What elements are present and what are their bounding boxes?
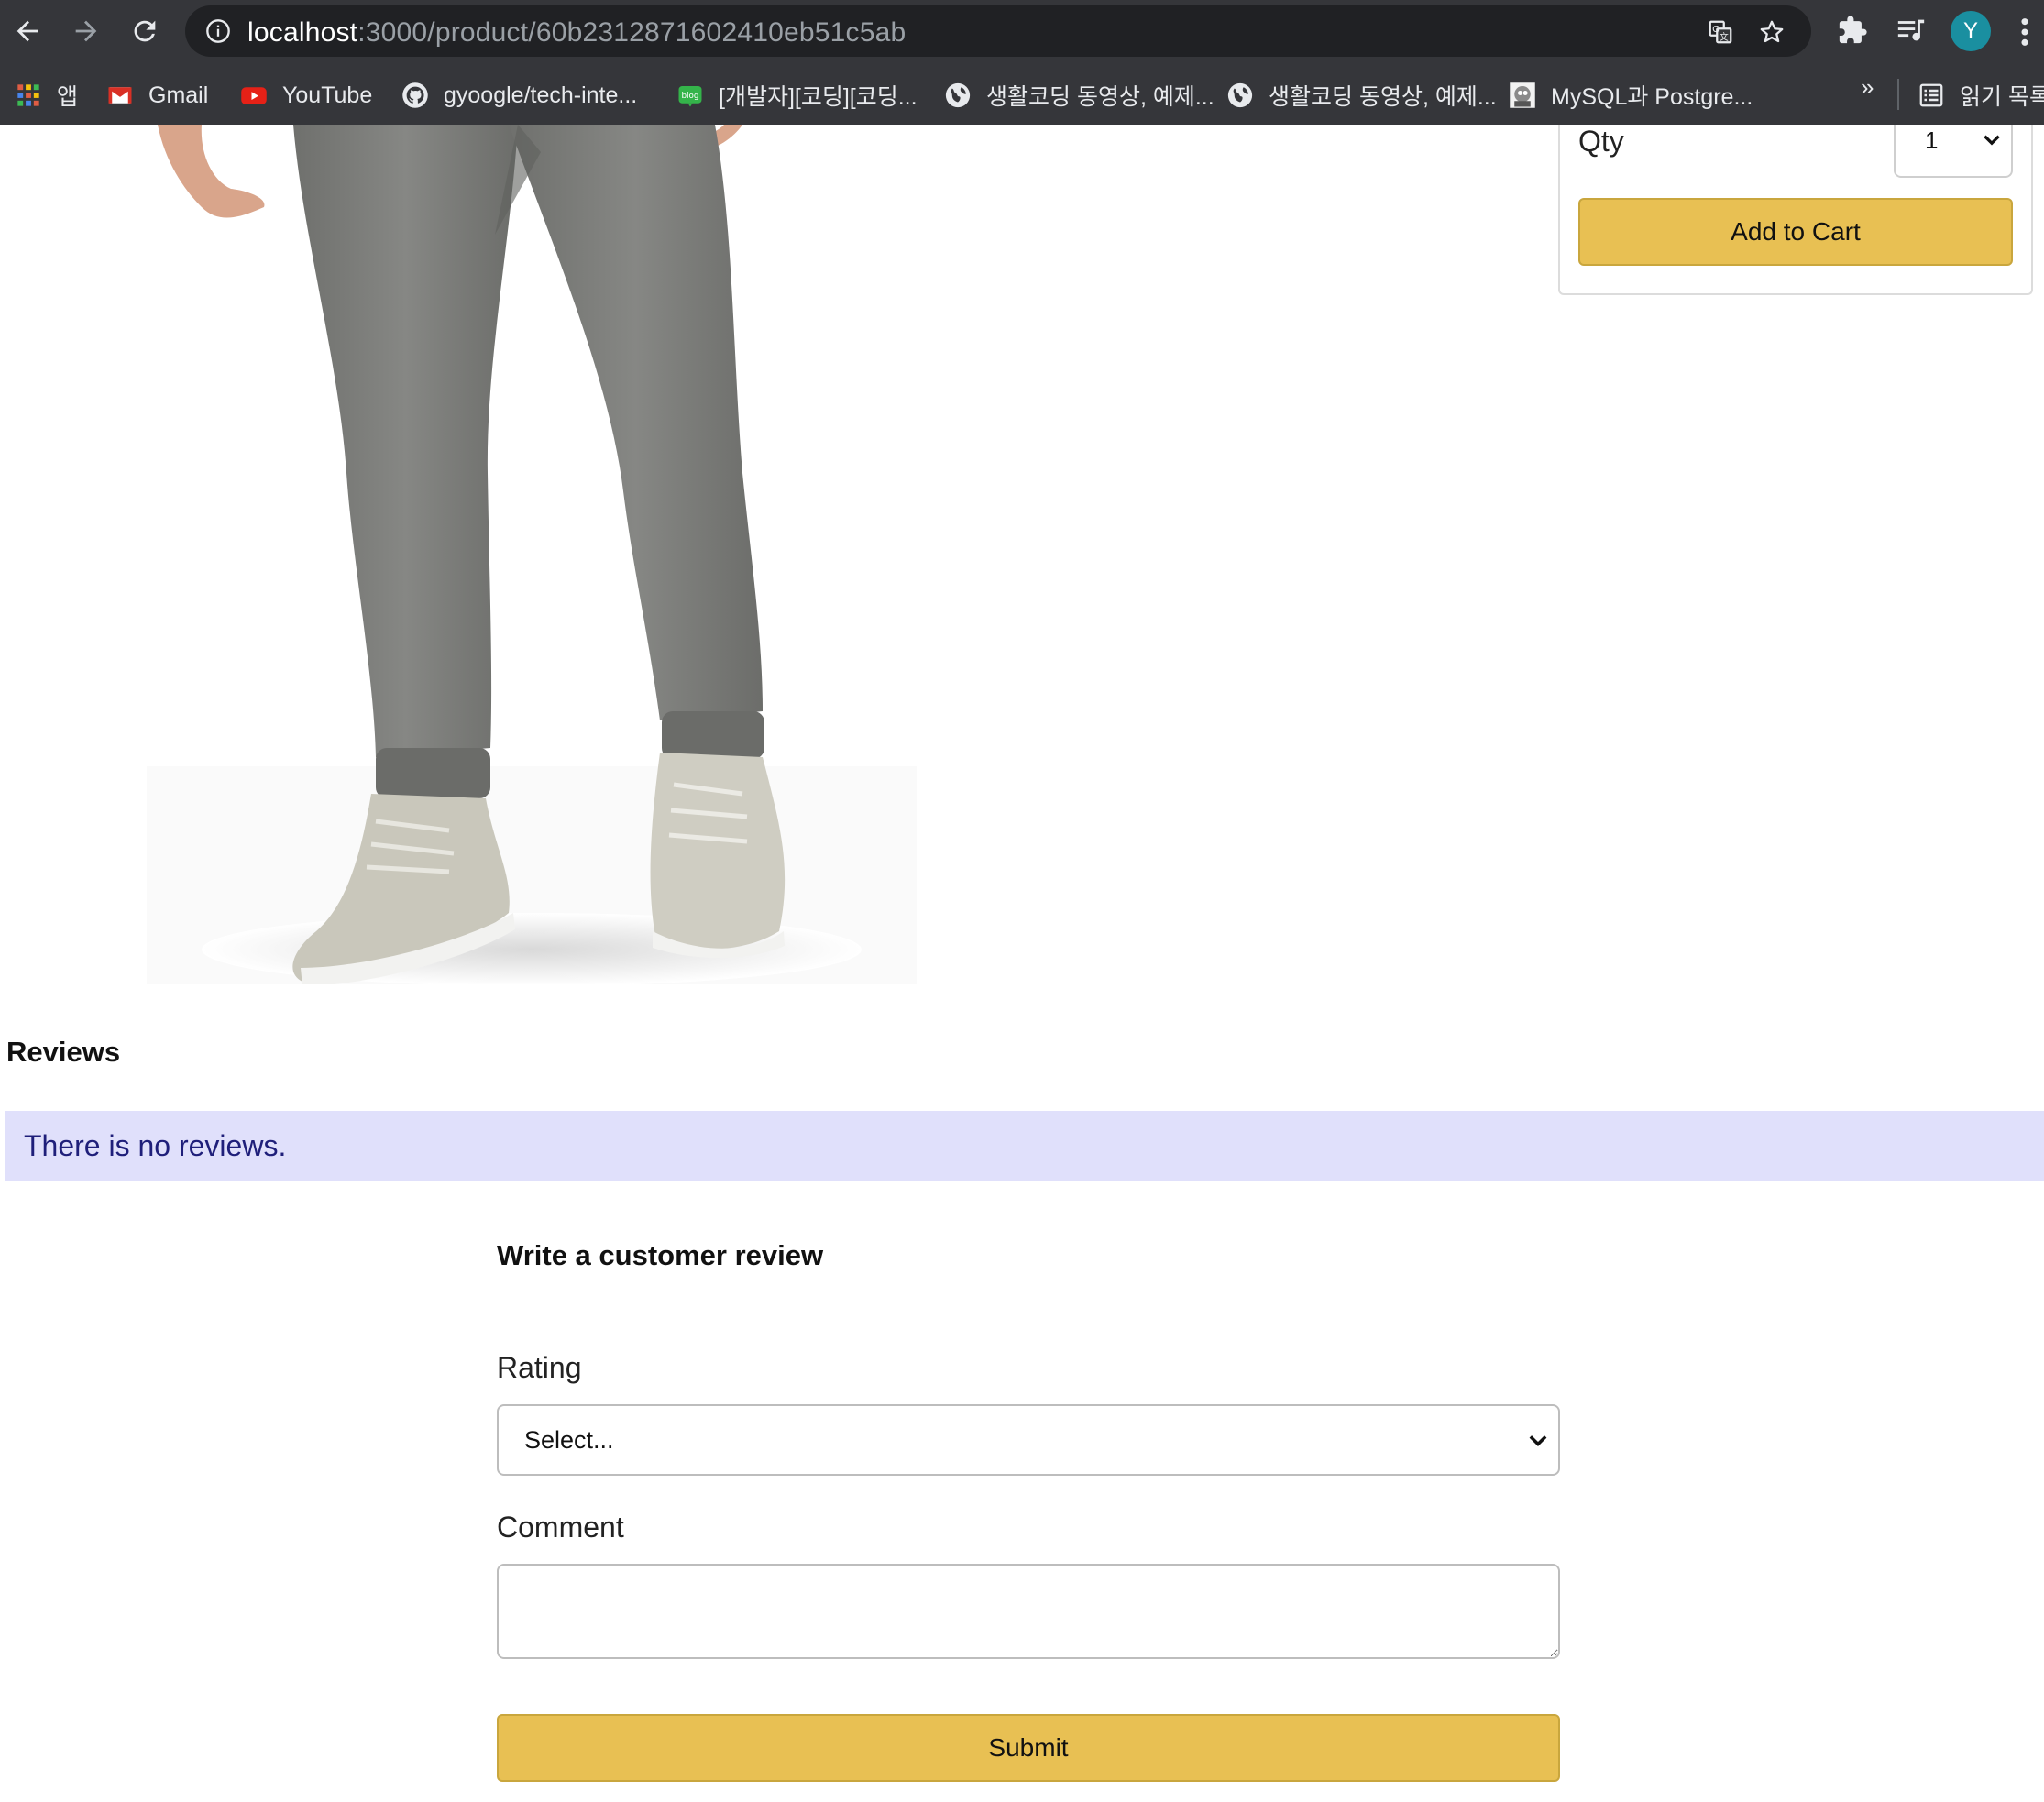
arrow-right-icon xyxy=(75,20,97,42)
reload-button[interactable] xyxy=(125,11,165,51)
chevron-down-icon xyxy=(1984,135,2000,146)
github-icon xyxy=(401,82,429,109)
bookmarks-divider xyxy=(1897,79,1899,110)
qty-label: Qty xyxy=(1578,125,1624,158)
browser-toolbar: localhost:3000/product/60b2312871602410e… xyxy=(0,0,2044,64)
bookmark-label: gyoogle/tech-inte... xyxy=(444,82,638,108)
browser-chrome: localhost:3000/product/60b2312871602410e… xyxy=(0,0,2044,125)
submit-review-button[interactable]: Submit xyxy=(497,1714,1560,1782)
no-reviews-message: There is no reviews. xyxy=(24,1129,287,1162)
reading-list-label: 읽기 목록 xyxy=(1960,84,2044,110)
forward-button[interactable] xyxy=(66,11,106,51)
write-review-heading: Write a customer review xyxy=(497,1239,824,1271)
bookmark-youtube[interactable]: YouTube xyxy=(240,77,372,114)
bookmark-label: Gmail xyxy=(148,82,209,108)
no-reviews-banner: There is no reviews. xyxy=(5,1111,2044,1181)
bookmark-github[interactable]: gyoogle/tech-inte... xyxy=(401,77,637,114)
svg-text:G: G xyxy=(1712,25,1720,35)
url-text[interactable]: localhost:3000/product/60b2312871602410e… xyxy=(247,17,906,49)
gmail-icon xyxy=(106,82,134,109)
extensions-puzzle-icon[interactable] xyxy=(1837,15,1868,46)
address-bar[interactable]: localhost:3000/product/60b2312871602410e… xyxy=(185,5,1811,57)
rating-select[interactable]: Select... xyxy=(497,1404,1560,1476)
back-button[interactable] xyxy=(7,11,48,51)
bookmark-apps[interactable]: 앱 xyxy=(15,77,78,114)
bookmarks-overflow-button[interactable]: » xyxy=(1861,73,1874,102)
bookmark-label: MySQL과 Postgre... xyxy=(1551,84,1753,110)
bookmark-blog[interactable]: blog [개발자][코딩][코딩... xyxy=(676,77,918,114)
youtube-icon xyxy=(240,82,268,109)
chevron-down-icon xyxy=(1529,1435,1547,1446)
reading-list-button[interactable]: 읽기 목록 xyxy=(1918,77,2044,114)
product-page: Qty 1 Add to Cart Reviews There is no re… xyxy=(0,125,2044,1802)
more-menu-icon[interactable] xyxy=(2020,16,2029,48)
bookmark-mysql-postgres[interactable]: MySQL과 Postgre... xyxy=(1509,77,1753,114)
bookmark-label: 앱 xyxy=(57,84,79,110)
qty-select[interactable]: 1 xyxy=(1894,125,2013,178)
info-icon[interactable] xyxy=(205,18,231,44)
bookmark-gmail[interactable]: Gmail xyxy=(106,77,208,114)
bookmark-saenghwal-1[interactable]: 생활코딩 동영상, 예제... xyxy=(944,77,1214,114)
translate-icon[interactable]: 文G xyxy=(1707,18,1734,46)
bookmark-label: 생활코딩 동영상, 예제... xyxy=(986,84,1214,110)
svg-text:blog: blog xyxy=(682,92,699,101)
bookmark-label: 생활코딩 동영상, 예제... xyxy=(1269,84,1497,110)
media-queue-icon[interactable] xyxy=(1896,15,1927,46)
url-path: :3000/product/60b2312871602410eb51c5ab xyxy=(357,17,907,48)
bookmark-label: YouTube xyxy=(282,82,373,108)
qty-value: 1 xyxy=(1925,126,1939,154)
globe-icon xyxy=(1226,82,1254,109)
blog-icon: blog xyxy=(676,82,704,109)
reload-icon xyxy=(134,20,156,42)
site-thumbnail-icon xyxy=(1509,82,1536,109)
globe-icon xyxy=(944,82,972,109)
svg-text:文: 文 xyxy=(1720,31,1729,43)
comment-label: Comment xyxy=(497,1511,624,1544)
reviews-heading: Reviews xyxy=(6,1036,121,1068)
bookmarks-bar: 앱 Gmail YouTube gyoogle/tech-inte... blo… xyxy=(0,68,2044,125)
add-to-cart-button[interactable]: Add to Cart xyxy=(1578,198,2013,266)
profile-avatar[interactable]: Y xyxy=(1951,11,1991,51)
rating-value: Select... xyxy=(524,1426,614,1454)
bookmark-star-icon[interactable] xyxy=(1758,18,1786,46)
bookmark-label: [개발자][코딩][코딩... xyxy=(719,84,918,110)
reading-list-icon xyxy=(1918,82,1945,109)
arrow-left-icon xyxy=(16,20,38,42)
product-image xyxy=(147,125,917,984)
url-host: localhost xyxy=(247,17,358,48)
apps-grid-icon xyxy=(15,82,42,109)
comment-textarea[interactable] xyxy=(497,1564,1560,1659)
bookmark-saenghwal-2[interactable]: 생활코딩 동영상, 예제... xyxy=(1226,77,1497,114)
rating-label: Rating xyxy=(497,1351,582,1384)
